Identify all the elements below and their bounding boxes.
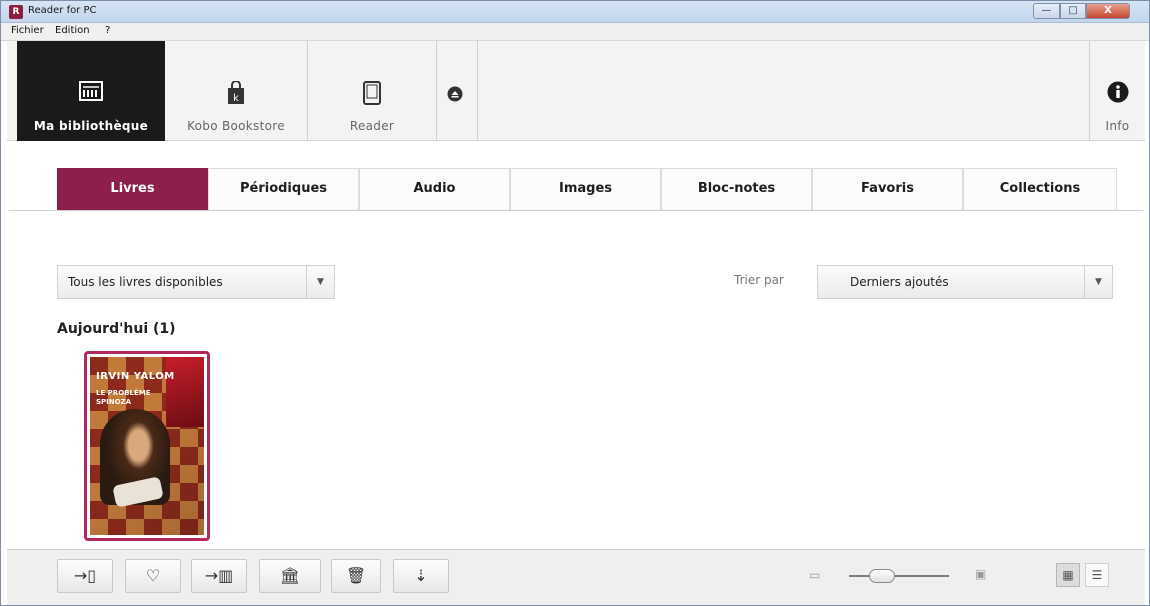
book-item[interactable]: IRVIN YALOM LE PROBLÈME SPINOZA (84, 351, 210, 541)
info-icon (1107, 81, 1128, 103)
add-to-collection-button[interactable]: →▥ (191, 559, 247, 593)
nav-my-library-label: Ma bibliothèque (33, 119, 149, 133)
library-transfer-icon: 🏛 (279, 566, 301, 585)
book-title: LE PROBLÈME SPINOZA (96, 389, 151, 406)
delete-button[interactable]: 🗑 (331, 559, 381, 593)
tab-audio[interactable]: Audio (359, 168, 510, 210)
svg-text:k: k (233, 93, 239, 104)
info-label: Info (1105, 119, 1130, 133)
close-button[interactable]: X (1086, 3, 1130, 19)
tab-images[interactable]: Images (510, 168, 661, 210)
zoom-in-icon: ▣ (975, 567, 987, 581)
toolbar-divider (436, 41, 437, 141)
nav-reader-label: Reader (349, 119, 395, 133)
book-scope-value: Tous les livres disponibles (68, 275, 223, 289)
grid-view-icon: ▦ (1062, 568, 1074, 582)
menu-help[interactable]: ? (105, 25, 110, 36)
list-view-icon: ☰ (1091, 568, 1103, 582)
sort-value: Derniers ajoutés (850, 275, 949, 289)
eject-icon[interactable] (447, 86, 463, 102)
download-icon: ⇣ (414, 566, 428, 585)
zoom-out-icon: ▭ (809, 568, 821, 582)
nav-reader[interactable]: Reader (308, 41, 436, 141)
toolbar-divider (477, 41, 478, 141)
main-toolbar: Ma bibliothèque k Kobo Bookstore Reader (7, 41, 1145, 141)
app-logo-icon: R (9, 5, 23, 19)
send-to-device-icon: →▯ (73, 566, 97, 585)
tab-periodiques[interactable]: Périodiques (208, 168, 359, 210)
menu-fichier[interactable]: Fichier (11, 25, 44, 36)
maximize-button[interactable]: □ (1060, 3, 1086, 19)
minimize-button[interactable]: — (1033, 3, 1060, 19)
book-cover: IRVIN YALOM LE PROBLÈME SPINOZA (90, 357, 204, 535)
export-button[interactable]: ⇣ (393, 559, 449, 593)
library-transfer-button[interactable]: 🏛 (259, 559, 321, 593)
zoom-slider-thumb[interactable] (869, 569, 895, 583)
library-icon (79, 81, 103, 101)
sort-dropdown[interactable]: Derniers ajoutés ▼ (817, 265, 1113, 299)
menu-edition[interactable]: Edition (55, 25, 90, 36)
nav-kobo-bookstore[interactable]: k Kobo Bookstore (165, 41, 307, 141)
chevron-down-icon: ▼ (1084, 266, 1112, 298)
section-title: Aujourd'hui (1) (57, 321, 176, 337)
info-button[interactable]: Info (1090, 41, 1145, 141)
trash-icon: 🗑 (345, 566, 367, 585)
tab-bar-divider (9, 210, 1143, 228)
title-bar: R Reader for PC — □ X (1, 1, 1149, 23)
heart-icon: ♡ (145, 566, 161, 585)
cover-decoration (166, 357, 204, 427)
send-to-reader-button[interactable]: →▯ (57, 559, 113, 593)
shopping-bag-icon: k (228, 81, 244, 104)
tab-collections[interactable]: Collections (963, 168, 1117, 210)
tab-favoris[interactable]: Favoris (812, 168, 963, 210)
tab-livres[interactable]: Livres (57, 168, 208, 210)
chevron-down-icon: ▼ (306, 266, 334, 298)
tab-bloc-notes[interactable]: Bloc-notes (661, 168, 812, 210)
app-window: R Reader for PC — □ X Fichier Edition ? … (0, 0, 1150, 606)
menu-bar: Fichier Edition ? (1, 23, 1149, 41)
window-title: Reader for PC (28, 5, 97, 16)
list-view-button[interactable]: ☰ (1085, 563, 1109, 587)
ereader-device-icon (363, 81, 381, 105)
zoom-slider-track[interactable] (849, 575, 949, 577)
sort-label: Trier par (734, 273, 784, 287)
favorite-button[interactable]: ♡ (125, 559, 181, 593)
grid-view-button[interactable]: ▦ (1056, 563, 1080, 587)
add-to-collection-icon: →▥ (204, 566, 234, 585)
nav-kobo-bookstore-label: Kobo Bookstore (187, 119, 285, 133)
nav-my-library[interactable]: Ma bibliothèque (17, 41, 165, 141)
content-tabs: Livres Périodiques Audio Images Bloc-not… (57, 168, 1117, 210)
book-scope-dropdown[interactable]: Tous les livres disponibles ▼ (57, 265, 335, 299)
book-author: IRVIN YALOM (96, 371, 175, 382)
